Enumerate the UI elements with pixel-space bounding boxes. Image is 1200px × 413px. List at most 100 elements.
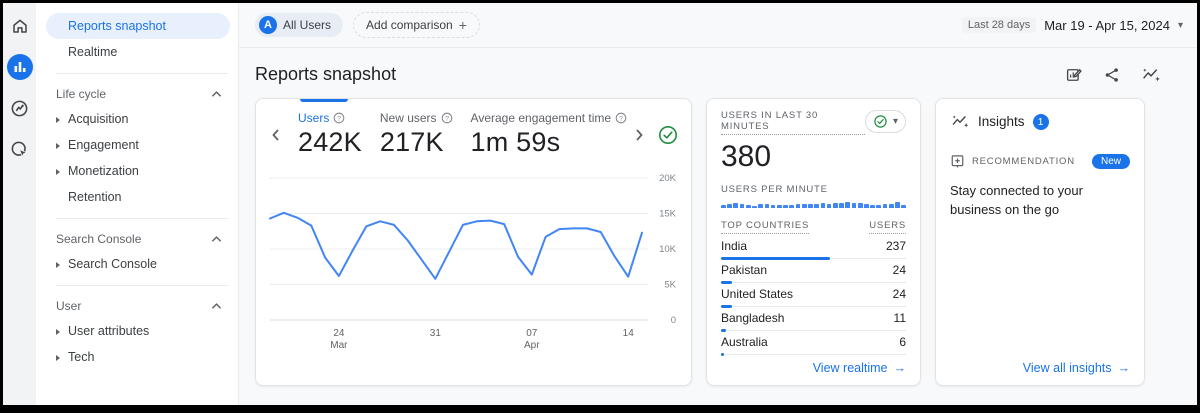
sidebar-divider: [56, 285, 228, 286]
realtime-quality-dropdown[interactable]: ▾: [865, 110, 906, 133]
view-realtime-link[interactable]: View realtime →: [813, 355, 906, 375]
minute-bar: [858, 203, 863, 208]
sidebar-section-life-cycle[interactable]: Life cycle: [46, 82, 230, 106]
metrics-header: Users?242KNew users?217KAverage engageme…: [268, 111, 679, 158]
expander-triangle-icon[interactable]: [56, 257, 68, 271]
metric-tab-new-users[interactable]: New users?217K: [380, 111, 453, 158]
countries-table-header: TOP COUNTRIES USERS: [721, 220, 906, 234]
help-icon[interactable]: ?: [441, 112, 453, 124]
chevron-up-icon: [211, 235, 222, 243]
overview-metrics-card: Users?242KNew users?217KAverage engageme…: [255, 98, 692, 386]
expander-triangle-icon[interactable]: [56, 138, 68, 152]
insight-message[interactable]: Stay connected to your business on the g…: [950, 182, 1130, 220]
minute-bar: [752, 206, 757, 208]
minute-bar: [833, 203, 838, 208]
sidebar-item-user-attributes[interactable]: User attributes: [46, 318, 230, 344]
svg-text:15K: 15K: [659, 209, 677, 220]
country-users: 237: [886, 239, 906, 253]
reports-icon[interactable]: [7, 54, 33, 80]
section-label: Life cycle: [56, 87, 106, 101]
country-bar: [721, 353, 724, 356]
sidebar-item-label: Reports snapshot: [68, 19, 166, 33]
minute-bar: [901, 205, 906, 208]
report-actions: [1065, 66, 1161, 84]
sidebar-item-engagement[interactable]: Engagement: [46, 132, 230, 158]
sidebar-item-reports-snapshot[interactable]: Reports snapshot: [46, 13, 230, 39]
minute-bar: [889, 204, 894, 208]
top-countries-header: TOP COUNTRIES: [721, 220, 809, 234]
users-per-minute-label: USERS PER MINUTE: [721, 184, 906, 197]
date-range-picker[interactable]: Last 28 days Mar 19 - Apr 15, 2024 ▾: [962, 17, 1183, 33]
house-icon: [11, 17, 29, 35]
minute-bar: [765, 204, 770, 208]
data-quality-check-icon[interactable]: [657, 124, 679, 146]
page-title: Reports snapshot: [255, 64, 396, 85]
expander-triangle-icon[interactable]: [56, 350, 68, 364]
sidebar-item-monetization[interactable]: Monetization: [46, 158, 230, 184]
explore-icon[interactable]: [7, 95, 33, 121]
sidebar-item-acquisition[interactable]: Acquisition: [46, 106, 230, 132]
expander-triangle-icon[interactable]: [56, 164, 68, 178]
minute-bar: [758, 204, 763, 208]
share-icon[interactable]: [1103, 66, 1121, 84]
minute-bar: [814, 204, 819, 208]
sidebar-item-retention[interactable]: Retention: [46, 184, 230, 210]
date-range-label: Mar 19 - Apr 15, 2024: [1044, 18, 1170, 33]
expander-triangle-icon[interactable]: [56, 324, 68, 338]
realtime-title: USERS IN LAST 30 MINUTES: [721, 110, 865, 135]
advertising-icon[interactable]: [7, 136, 33, 162]
svg-text:?: ?: [337, 115, 341, 122]
country-users: 6: [899, 335, 906, 349]
sidebar-item-label: Engagement: [68, 138, 139, 152]
plus-icon: +: [459, 17, 467, 33]
sidebar-divider: [56, 218, 228, 219]
help-icon[interactable]: ?: [615, 112, 627, 124]
users-per-minute-chart: [721, 202, 906, 208]
metric-value: 217K: [380, 127, 453, 158]
minute-bar: [796, 204, 801, 208]
sidebar-section-search-console[interactable]: Search Console: [46, 227, 230, 251]
segment-chip-all-users[interactable]: A All Users: [255, 13, 343, 37]
svg-text:?: ?: [445, 115, 449, 122]
minute-bar: [777, 205, 782, 208]
metric-tab-average-engagement-time[interactable]: Average engagement time?1m 59s: [471, 111, 628, 158]
report-header: Reports snapshot: [239, 48, 1197, 85]
sidebar-section-user[interactable]: User: [46, 294, 230, 318]
metric-tabs: Users?242KNew users?217KAverage engageme…: [284, 111, 627, 158]
customize-report-icon[interactable]: [1065, 66, 1083, 84]
help-icon[interactable]: ?: [333, 112, 345, 124]
country-name: Pakistan: [721, 263, 767, 277]
metrics-header-right: [631, 124, 679, 146]
bar-chart-icon: [13, 60, 27, 74]
minute-bar: [771, 205, 776, 208]
sidebar-item-label: Retention: [68, 190, 122, 204]
metric-tab-users[interactable]: Users?242K: [298, 111, 362, 158]
check-circle-icon: [873, 114, 888, 129]
country-name: India: [721, 239, 747, 253]
sidebar-item-tech[interactable]: Tech: [46, 344, 230, 370]
sidebar-item-label: Search Console: [68, 257, 157, 271]
minute-bar: [821, 203, 826, 208]
svg-text:?: ?: [619, 115, 623, 122]
minute-bar: [789, 205, 794, 208]
minute-bar: [746, 205, 751, 208]
countries-table: India237Pakistan24United States24Banglad…: [721, 235, 906, 355]
sidebar-item-label: User attributes: [68, 324, 149, 338]
view-all-insights-link[interactable]: View all insights →: [1023, 355, 1130, 375]
insights-title: Insights: [978, 114, 1025, 129]
chevron-left-icon[interactable]: [268, 127, 284, 143]
expander-triangle-icon[interactable]: [56, 112, 68, 126]
nav-rail: [3, 3, 36, 405]
segment-chip-label: All Users: [283, 18, 331, 32]
sidebar-item-realtime[interactable]: Realtime: [46, 39, 230, 65]
chevron-right-icon[interactable]: [631, 127, 647, 143]
add-comparison-button[interactable]: Add comparison +: [353, 12, 480, 38]
minute-bar: [845, 202, 850, 208]
svg-text:Mar: Mar: [330, 340, 348, 351]
sidebar-item-search-console[interactable]: Search Console: [46, 251, 230, 277]
home-icon[interactable]: [7, 13, 33, 39]
insights-icon[interactable]: [1141, 66, 1161, 84]
svg-text:24: 24: [333, 328, 345, 339]
metric-label: Users: [298, 111, 329, 125]
chevron-up-icon: [211, 90, 222, 98]
